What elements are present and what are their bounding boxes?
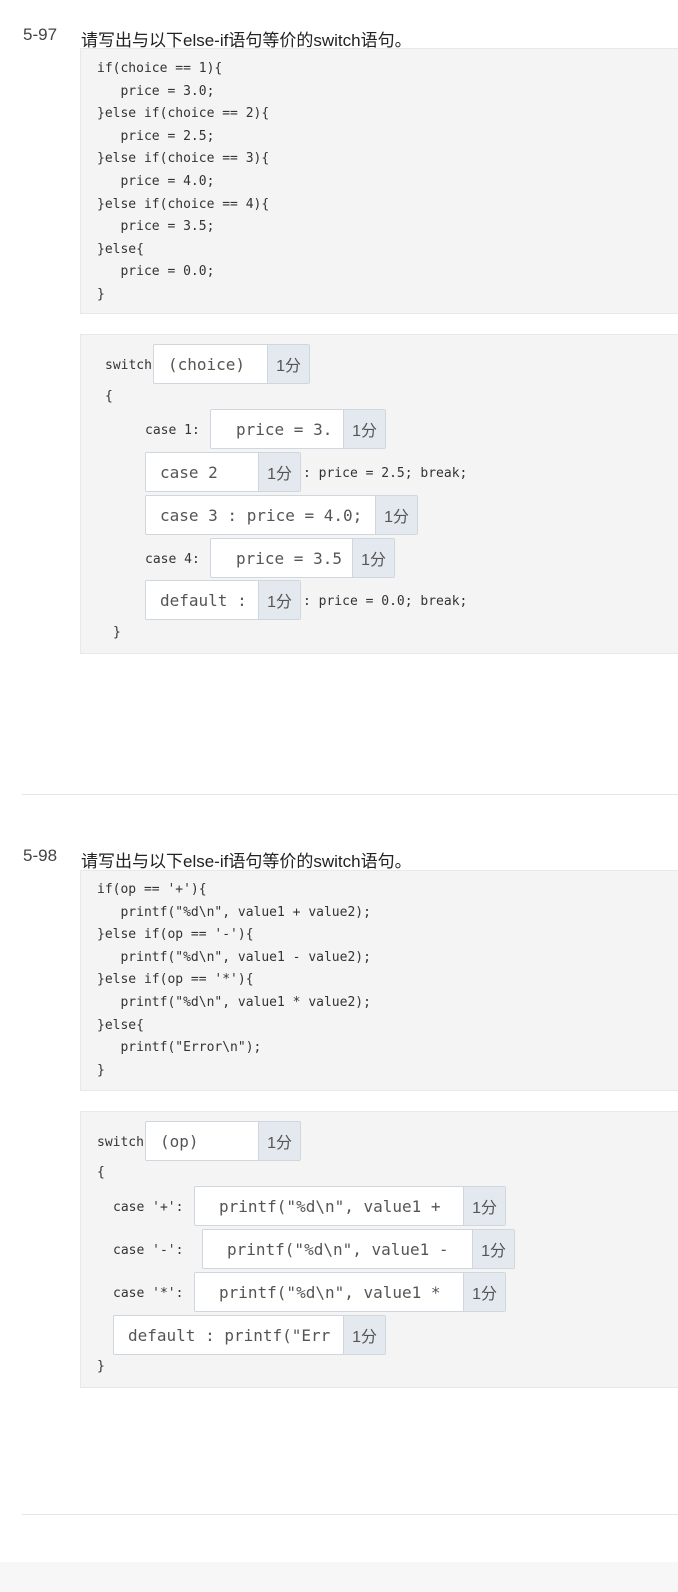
code-line: if(choice == 1){ (97, 61, 223, 76)
blank-input[interactable]: default : printf("Err (114, 1316, 344, 1354)
case-label: case 1: (145, 423, 200, 438)
score-badge: 1分 (352, 539, 394, 577)
open-brace: { (97, 1165, 105, 1180)
case-label: case '*': (113, 1286, 184, 1301)
code-line: }else if(op == '-'){ (97, 927, 254, 943)
code-listing: if(choice == 1){ price = 3.0; }else if(ch… (97, 58, 269, 307)
answer-block: switch (choice) 1分 { case 1: price = 3. … (80, 334, 678, 654)
blank-input[interactable]: (choice) (154, 345, 268, 383)
blank-input[interactable]: case 3 : price = 4.0; (146, 496, 376, 534)
question-code-block: if(choice == 1){ price = 3.0; }else if(ch… (80, 48, 678, 314)
score-badge: 1分 (343, 410, 385, 448)
code-listing: if(op == '+'){ printf("%d\n", value1 + v… (97, 879, 371, 1082)
answer-blank[interactable]: printf("%d\n", value1 + 1分 (194, 1186, 506, 1226)
default-suffix: : price = 0.0; break; (303, 594, 468, 609)
code-line: printf("Error\n"); (97, 1040, 262, 1056)
code-line: price = 4.0; (97, 173, 215, 189)
blank-input[interactable]: printf("%d\n", value1 - (203, 1230, 473, 1268)
code-line: price = 0.0; (97, 264, 215, 280)
case-label: case '-': (113, 1243, 184, 1258)
case-label: case 4: (145, 552, 200, 567)
code-line: } (97, 286, 105, 302)
code-line: } (97, 1062, 105, 1078)
case-suffix: : price = 2.5; break; (303, 466, 468, 481)
code-line: }else if(choice == 2){ (97, 106, 270, 122)
blank-input[interactable]: printf("%d\n", value1 + (195, 1187, 464, 1225)
score-badge: 1分 (463, 1187, 505, 1225)
close-brace: } (113, 625, 121, 640)
blank-input[interactable]: default : (146, 581, 259, 619)
code-line: price = 3.5; (97, 219, 215, 235)
blank-input[interactable]: price = 3. (211, 410, 344, 448)
code-line: printf("%d\n", value1 * value2); (97, 994, 371, 1010)
code-line: price = 2.5; (97, 128, 215, 144)
open-brace: { (105, 389, 113, 404)
answer-blank[interactable]: case 2 1分 (145, 452, 301, 492)
page-bottom-strip (0, 1562, 678, 1592)
answer-blank[interactable]: (choice) 1分 (153, 344, 310, 384)
answer-blank[interactable]: default : printf("Err 1分 (113, 1315, 386, 1355)
code-line: }else{ (97, 1017, 144, 1033)
score-badge: 1分 (375, 496, 417, 534)
score-badge: 1分 (463, 1273, 505, 1311)
code-line: }else if(choice == 3){ (97, 151, 270, 167)
switch-keyword: switch (97, 1135, 144, 1150)
blank-input[interactable]: case 2 (146, 453, 259, 491)
code-line: printf("%d\n", value1 - value2); (97, 949, 371, 965)
code-line: price = 3.0; (97, 83, 215, 99)
question-number: 5-98 (23, 846, 58, 865)
question-title: 请写出与以下else-if语句等价的switch语句。 (81, 852, 412, 871)
code-line: }else{ (97, 241, 144, 257)
answer-blank[interactable]: price = 3.5 1分 (210, 538, 395, 578)
answer-blank[interactable]: (op) 1分 (145, 1121, 301, 1161)
answer-blank[interactable]: price = 3. 1分 (210, 409, 386, 449)
code-line: if(op == '+'){ (97, 882, 207, 897)
question-divider (22, 794, 678, 795)
score-badge: 1分 (258, 581, 300, 619)
answer-block: switch (op) 1分 { case '+': printf("%d\n"… (80, 1111, 678, 1388)
switch-keyword: switch (105, 358, 152, 373)
question-code-block: if(op == '+'){ printf("%d\n", value1 + v… (80, 870, 678, 1091)
code-line: printf("%d\n", value1 + value2); (97, 904, 371, 920)
answer-blank[interactable]: printf("%d\n", value1 * 1分 (194, 1272, 506, 1312)
answer-blank[interactable]: printf("%d\n", value1 - 1分 (202, 1229, 515, 1269)
answer-blank[interactable]: default : 1分 (145, 580, 301, 620)
question-number: 5-97 (23, 25, 58, 44)
case-label: case '+': (113, 1200, 184, 1215)
code-line: }else if(op == '*'){ (97, 972, 254, 988)
close-brace: } (97, 1359, 105, 1374)
score-badge: 1分 (267, 345, 309, 383)
code-line: }else if(choice == 4){ (97, 196, 270, 212)
blank-input[interactable]: price = 3.5 (211, 539, 353, 577)
question-divider (22, 1514, 678, 1515)
score-badge: 1分 (258, 453, 300, 491)
score-badge: 1分 (472, 1230, 514, 1268)
answer-blank[interactable]: case 3 : price = 4.0; 1分 (145, 495, 418, 535)
score-badge: 1分 (258, 1122, 300, 1160)
exam-page: 5-97 请写出与以下else-if语句等价的switch语句。 if(choi… (0, 0, 678, 1592)
blank-input[interactable]: (op) (146, 1122, 259, 1160)
blank-input[interactable]: printf("%d\n", value1 * (195, 1273, 464, 1311)
score-badge: 1分 (343, 1316, 385, 1354)
